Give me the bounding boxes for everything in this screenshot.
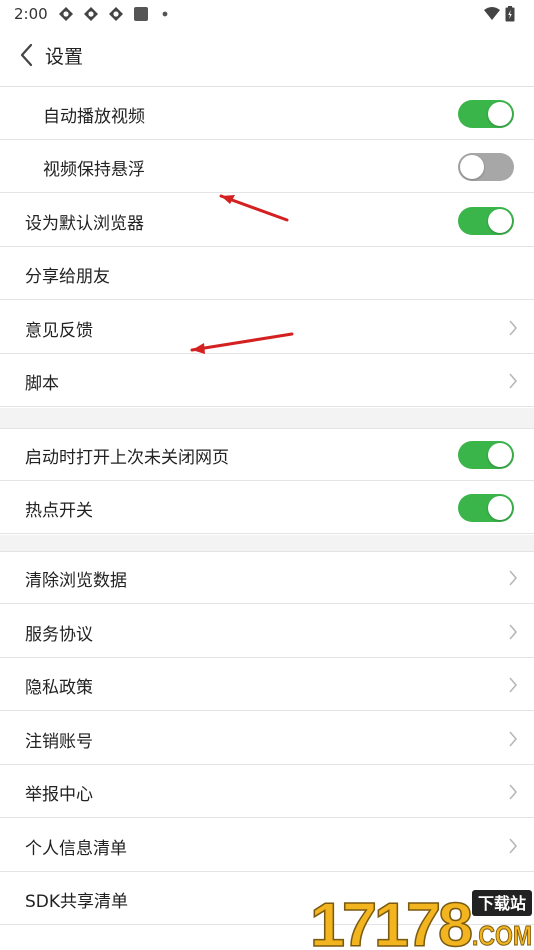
setting-label: 个人信息清单 xyxy=(25,839,127,859)
chevron-right-icon xyxy=(509,784,518,800)
row-divider xyxy=(0,139,534,140)
setting-row[interactable]: 清除浏览数据 xyxy=(0,552,534,604)
toggle-knob xyxy=(488,496,512,520)
chevron-right-icon xyxy=(509,731,518,747)
setting-label: 自动播放视频 xyxy=(43,107,145,127)
setting-row[interactable]: 个人信息清单 xyxy=(0,820,534,872)
watermark-domain: .COM xyxy=(472,920,532,950)
toggle-switch[interactable] xyxy=(458,207,514,235)
setting-row[interactable]: 自动播放视频 xyxy=(0,88,534,140)
square-notification-icon xyxy=(134,7,148,21)
toggle-switch[interactable] xyxy=(458,494,514,522)
row-divider xyxy=(0,299,534,300)
setting-label: 隐私政策 xyxy=(25,678,93,698)
chevron-right-icon xyxy=(509,320,518,336)
row-divider xyxy=(0,710,534,711)
setting-label: 举报中心 xyxy=(25,785,93,805)
section-gap xyxy=(0,408,534,429)
setting-row[interactable]: 启动时打开上次未关闭网页 xyxy=(0,429,534,481)
row-divider xyxy=(0,764,534,765)
battery-icon xyxy=(505,6,515,22)
back-icon[interactable] xyxy=(16,40,38,70)
app-notification-icon xyxy=(59,7,73,21)
setting-row[interactable]: 分享给朋友 xyxy=(0,248,534,300)
row-divider xyxy=(0,480,534,481)
setting-label: 服务协议 xyxy=(25,625,93,645)
annotation-arrow-icon xyxy=(219,194,289,222)
watermark-logo: 17178 下载站 .COM xyxy=(309,890,533,950)
setting-label: 清除浏览数据 xyxy=(25,571,127,591)
toggle-knob xyxy=(488,443,512,467)
setting-label: 启动时打开上次未关闭网页 xyxy=(25,448,229,468)
setting-row[interactable]: 注销账号 xyxy=(0,713,534,765)
setting-label: 分享给朋友 xyxy=(25,267,110,287)
annotation-arrow-icon xyxy=(190,332,294,354)
toggle-knob xyxy=(488,102,512,126)
setting-label: 意见反馈 xyxy=(25,321,93,341)
app-header: 设置 xyxy=(0,28,534,87)
setting-label: 脚本 xyxy=(25,374,59,394)
toggle-switch[interactable] xyxy=(458,100,514,128)
app-notification-icon xyxy=(109,7,123,21)
chevron-right-icon xyxy=(509,373,518,389)
wifi-icon xyxy=(484,7,500,20)
setting-label: 热点开关 xyxy=(25,501,93,521)
setting-row[interactable]: 举报中心 xyxy=(0,766,534,818)
chevron-right-icon xyxy=(509,570,518,586)
row-divider xyxy=(0,603,534,604)
watermark-number: 17178 xyxy=(310,891,472,950)
setting-label: 注销账号 xyxy=(25,732,93,752)
chevron-right-icon xyxy=(509,838,518,854)
chevron-right-icon xyxy=(509,677,518,693)
dot-icon xyxy=(162,11,168,17)
app-notification-icon xyxy=(84,7,98,21)
status-time: 2:00 xyxy=(14,5,48,23)
chevron-right-icon xyxy=(509,624,518,640)
toggle-switch[interactable] xyxy=(458,441,514,469)
page-title: 设置 xyxy=(45,46,84,68)
section-gap xyxy=(0,535,534,552)
watermark-tag: 下载站 xyxy=(478,894,526,913)
status-bar: 2:00 xyxy=(0,0,534,28)
setting-label: SDK共享清单 xyxy=(25,892,129,912)
row-divider xyxy=(0,246,534,247)
toggle-knob xyxy=(460,155,484,179)
row-divider xyxy=(0,817,534,818)
row-divider xyxy=(0,657,534,658)
row-divider xyxy=(0,871,534,872)
setting-row[interactable]: 视频保持悬浮 xyxy=(0,141,534,193)
setting-row[interactable]: 脚本 xyxy=(0,355,534,407)
setting-row[interactable]: 隐私政策 xyxy=(0,659,534,711)
row-divider xyxy=(0,533,534,534)
setting-label: 视频保持悬浮 xyxy=(43,160,145,180)
setting-row[interactable]: 服务协议 xyxy=(0,606,534,658)
setting-label: 设为默认浏览器 xyxy=(25,214,144,234)
toggle-knob xyxy=(488,209,512,233)
setting-row[interactable]: 热点开关 xyxy=(0,482,534,534)
toggle-switch[interactable] xyxy=(458,153,514,181)
row-divider xyxy=(0,406,534,407)
